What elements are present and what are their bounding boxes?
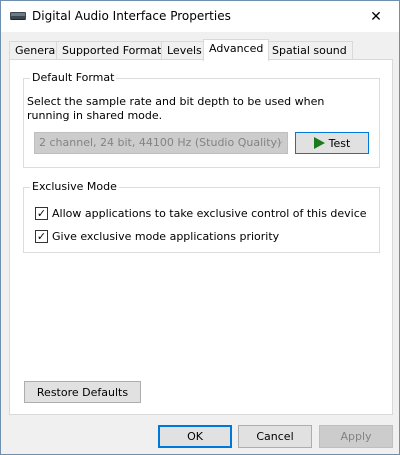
exclusive-priority-label: Give exclusive mode applications priorit…	[52, 230, 280, 243]
format-select-value: 2 channel, 24 bit, 44100 Hz (Studio Qual…	[39, 136, 282, 149]
tab-supported-formats[interactable]: Supported Formats	[56, 41, 174, 60]
apply-button-label: Apply	[340, 430, 372, 443]
close-icon: ✕	[370, 8, 382, 25]
cancel-button[interactable]: Cancel	[238, 425, 312, 448]
format-select[interactable]: 2 channel, 24 bit, 44100 Hz (Studio Qual…	[34, 132, 288, 154]
ok-button[interactable]: OK	[158, 425, 232, 448]
default-format-description: Select the sample rate and bit depth to …	[27, 95, 325, 122]
default-format-legend: Default Format	[30, 71, 117, 84]
exclusive-control-label: Allow applications to take exclusive con…	[52, 207, 367, 220]
tab-strip: General Supported Formats Levels Advance…	[9, 39, 393, 61]
tab-levels[interactable]: Levels	[161, 41, 208, 60]
exclusive-priority-checkbox[interactable]: ✓	[35, 230, 48, 243]
tab-spatial-sound[interactable]: Spatial sound	[266, 41, 353, 60]
window-title: Digital Audio Interface Properties	[32, 9, 231, 23]
default-format-group: Default Format	[23, 71, 380, 168]
ok-button-label: OK	[187, 430, 203, 443]
tab-advanced[interactable]: Advanced	[203, 39, 270, 61]
play-icon	[313, 137, 325, 149]
test-button[interactable]: Test	[295, 132, 369, 154]
exclusive-mode-legend: Exclusive Mode	[30, 180, 119, 193]
speaker-icon	[10, 12, 26, 20]
test-button-label: Test	[328, 136, 351, 150]
exclusive-control-option[interactable]: ✓ Allow applications to take exclusive c…	[35, 206, 367, 221]
chevron-down-icon: ⌵	[275, 137, 283, 148]
apply-button[interactable]: Apply	[319, 425, 393, 448]
properties-window: Digital Audio Interface Properties ✕ Gen…	[0, 0, 400, 455]
cancel-button-label: Cancel	[256, 430, 294, 443]
restore-defaults-button[interactable]: Restore Defaults	[24, 381, 141, 403]
title-bar: Digital Audio Interface Properties ✕	[1, 1, 399, 32]
close-button[interactable]: ✕	[353, 1, 399, 32]
exclusive-control-checkbox[interactable]: ✓	[35, 207, 48, 220]
exclusive-priority-option[interactable]: ✓ Give exclusive mode applications prior…	[35, 229, 279, 244]
restore-defaults-label: Restore Defaults	[36, 385, 129, 399]
